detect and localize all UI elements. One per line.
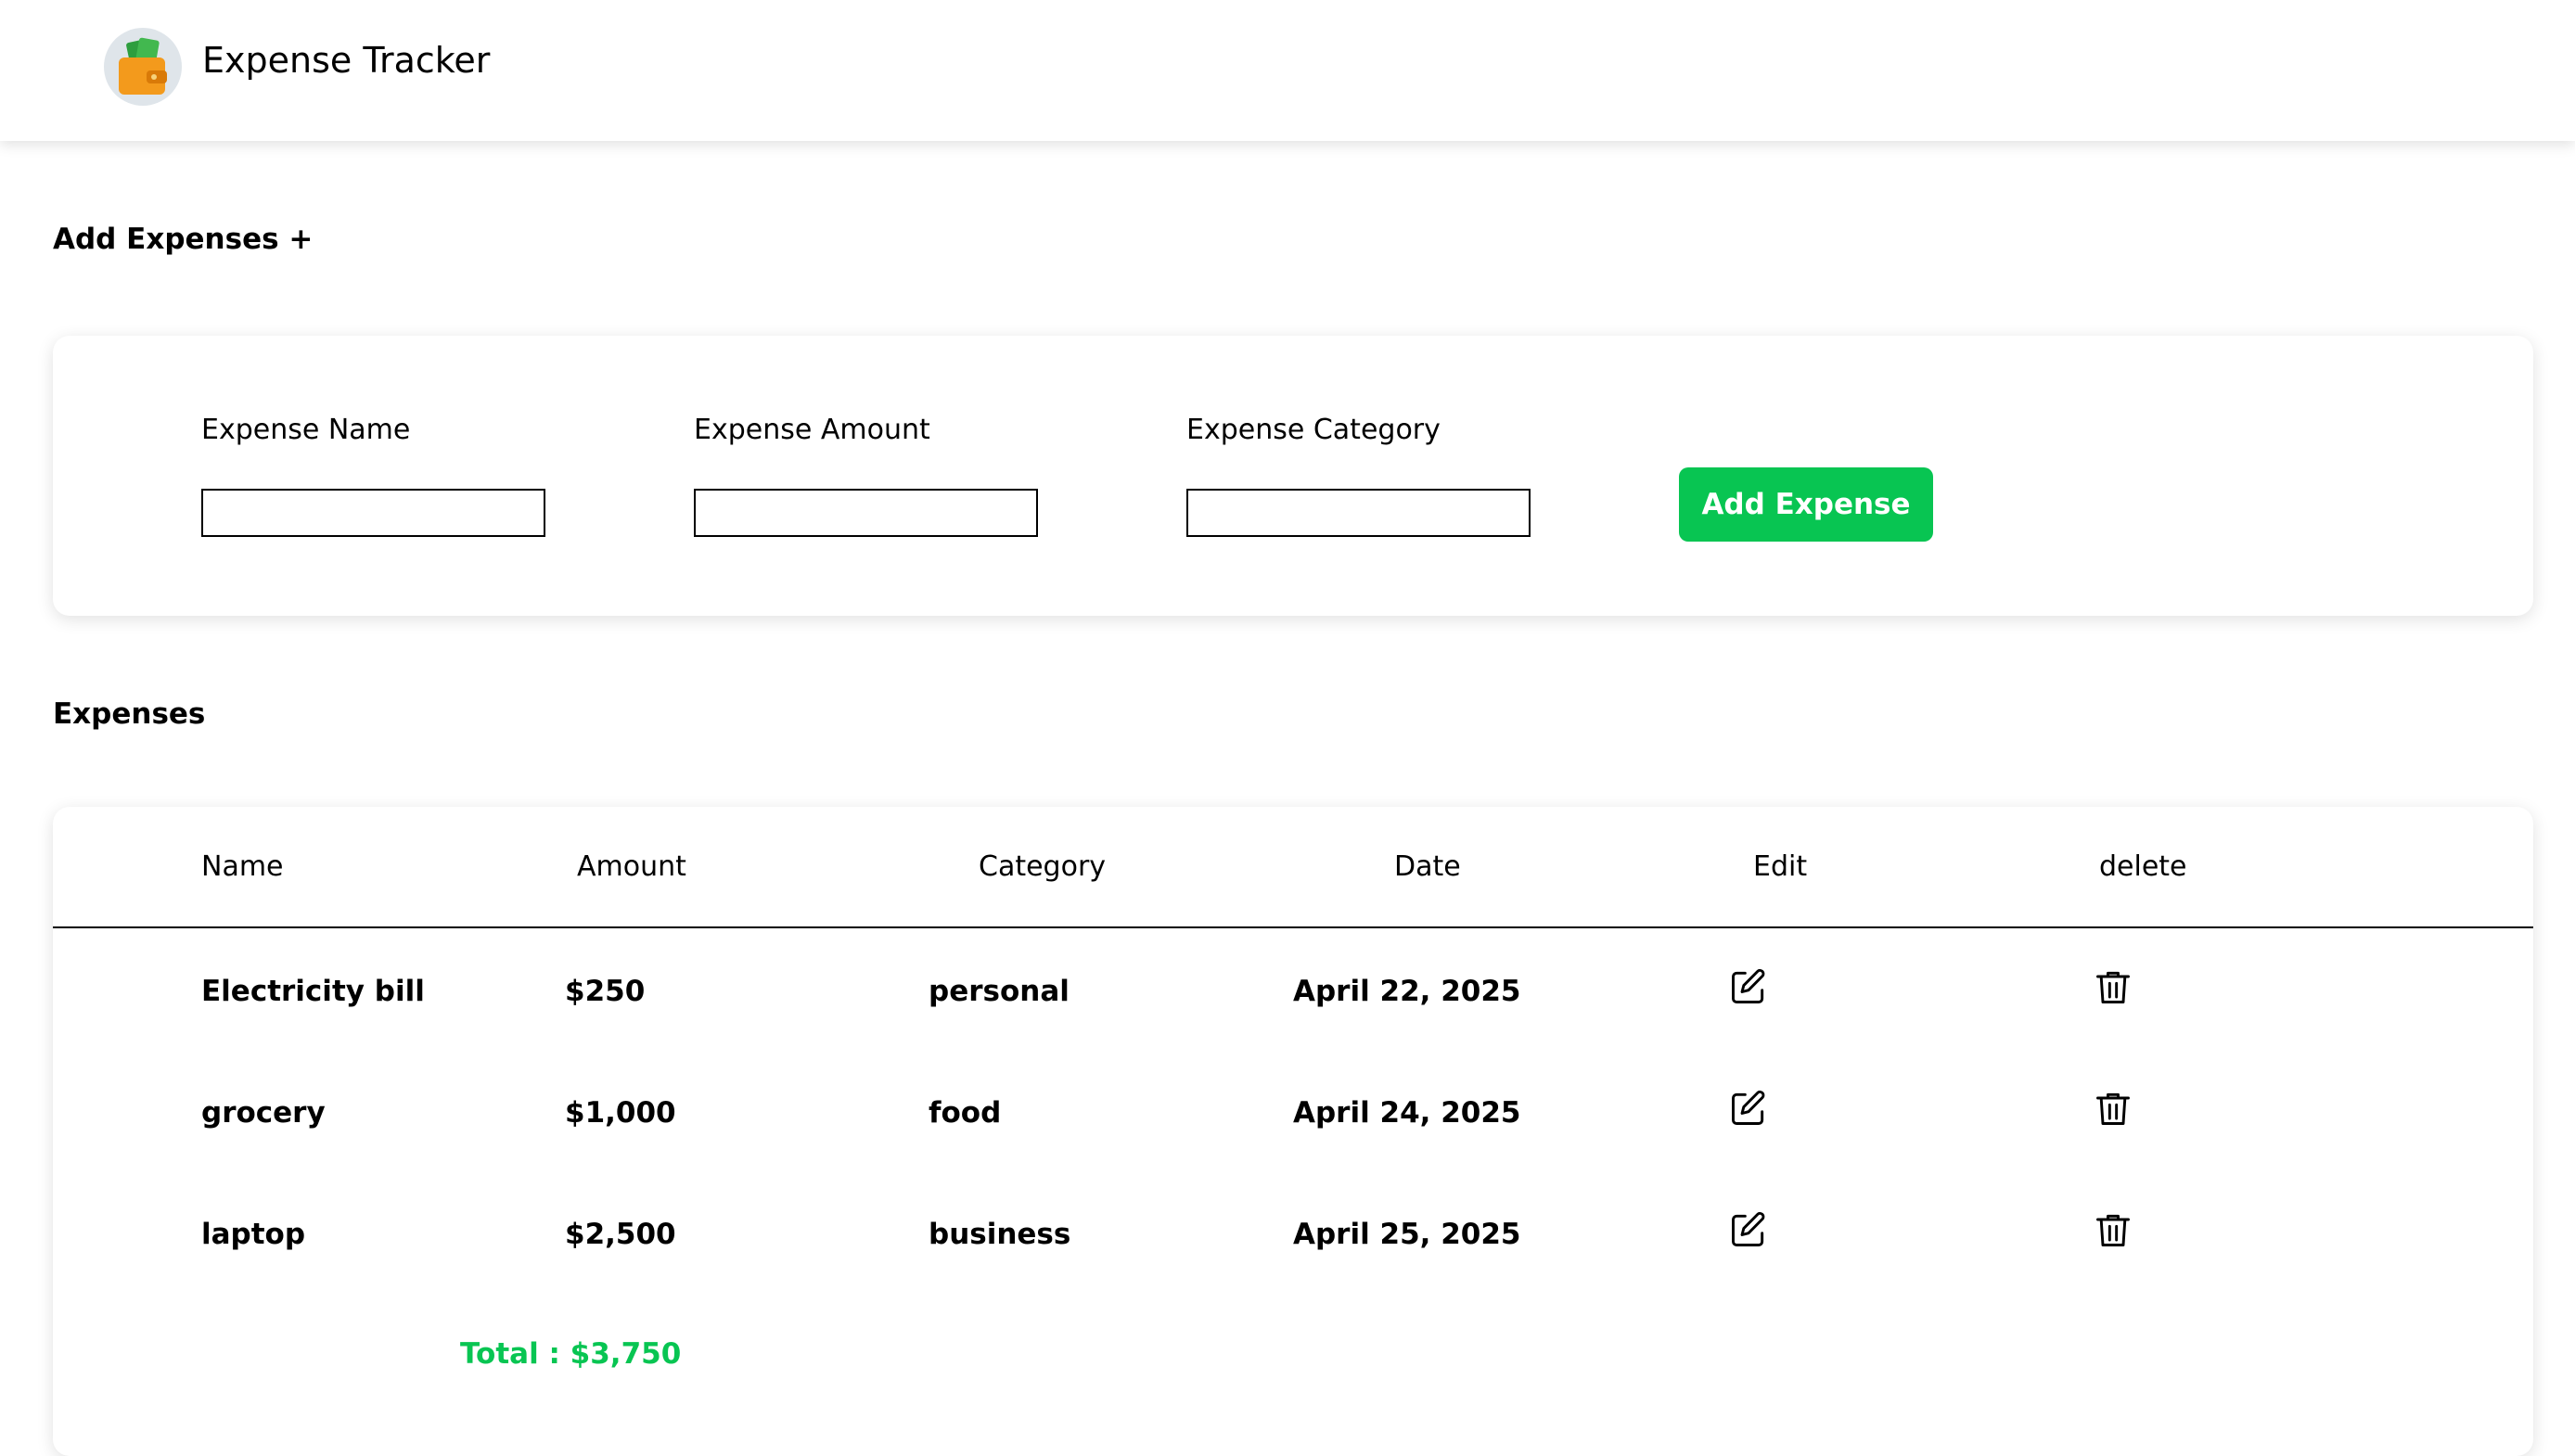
edit-icon[interactable]: [1728, 966, 1769, 1007]
add-expense-form-card: [53, 336, 2533, 616]
table-row: grocery $1,000 food April 24, 2025: [0, 1090, 2575, 1173]
top-navbar: Expense Tracker: [0, 0, 2575, 141]
expense-name-cell: grocery: [201, 1096, 326, 1130]
expenses-total: Total : $3,750: [460, 1337, 682, 1371]
expense-amount-input[interactable]: [694, 489, 1038, 537]
expense-name-cell: Electricity bill: [201, 975, 425, 1008]
expense-date-cell: April 24, 2025: [1293, 1096, 1521, 1130]
trash-icon[interactable]: [2093, 1209, 2133, 1250]
expense-amount-label: Expense Amount: [694, 414, 930, 446]
trash-icon[interactable]: [2093, 966, 2133, 1007]
expense-amount-cell: $250: [565, 975, 646, 1008]
table-row: laptop $2,500 business April 25, 2025: [0, 1211, 2575, 1295]
column-header-date: Date: [1394, 850, 1461, 883]
expense-name-cell: laptop: [201, 1218, 306, 1251]
app-title: Expense Tracker: [202, 40, 491, 81]
expense-category-input[interactable]: [1186, 489, 1531, 537]
wallet-icon: [104, 28, 182, 106]
table-row: Electricity bill $250 personal April 22,…: [0, 968, 2575, 1052]
expense-name-label: Expense Name: [201, 414, 411, 446]
column-header-amount: Amount: [577, 850, 686, 883]
column-header-category: Category: [979, 850, 1107, 883]
trash-icon[interactable]: [2093, 1088, 2133, 1129]
expense-date-cell: April 22, 2025: [1293, 975, 1521, 1008]
edit-icon[interactable]: [1728, 1088, 1769, 1129]
expense-date-cell: April 25, 2025: [1293, 1218, 1521, 1251]
expense-category-label: Expense Category: [1186, 414, 1441, 446]
table-header-divider: [53, 926, 2533, 928]
expenses-heading: Expenses: [53, 697, 206, 731]
column-header-name: Name: [201, 850, 284, 883]
column-header-edit: Edit: [1753, 850, 1808, 883]
expense-amount-cell: $1,000: [565, 1096, 676, 1130]
expense-category-cell: business: [929, 1218, 1071, 1251]
expense-amount-cell: $2,500: [565, 1218, 676, 1251]
add-expenses-heading[interactable]: Add Expenses +: [53, 225, 313, 254]
expense-name-input[interactable]: [201, 489, 545, 537]
expense-category-cell: food: [929, 1096, 1002, 1130]
column-header-delete: delete: [2099, 850, 2187, 883]
add-expense-button[interactable]: Add Expense: [1679, 467, 1933, 542]
edit-icon[interactable]: [1728, 1209, 1769, 1250]
expense-category-cell: personal: [929, 975, 1070, 1008]
